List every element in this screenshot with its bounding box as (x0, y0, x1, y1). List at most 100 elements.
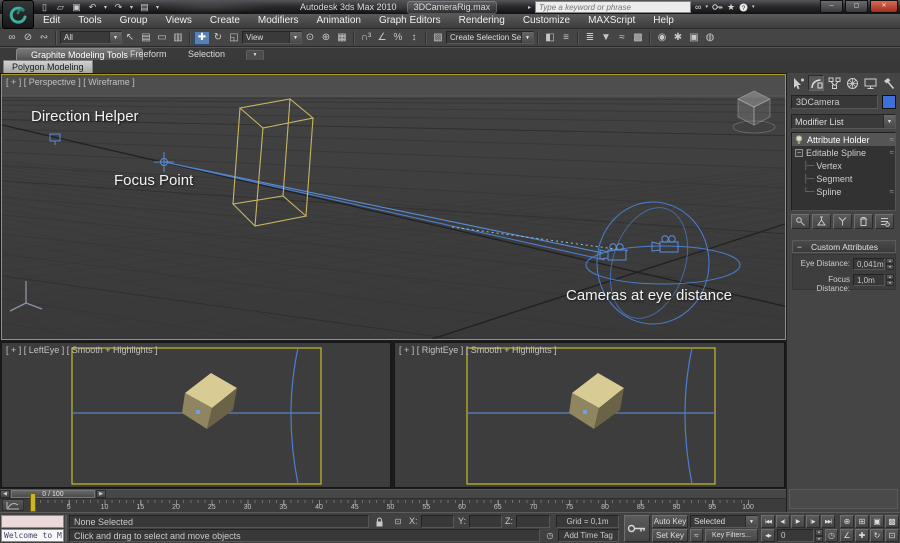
zoom-extents-icon[interactable]: ▣ (870, 515, 884, 528)
material-editor-icon[interactable]: ◉ (654, 31, 670, 45)
stack-row-editable-spline[interactable]: − Editable Spline ≈ (792, 146, 895, 159)
spinner-down-icon[interactable]: ▾ (886, 264, 894, 270)
menu-item-rendering[interactable]: Rendering (450, 14, 514, 28)
viewport-left-eye[interactable]: [ + ] [ LeftEye ] [ Smooth + Highlights … (1, 342, 391, 488)
bind-to-space-warp-icon[interactable]: ∾ (36, 31, 52, 45)
stack-row-spline[interactable]: └─ Spline ≈ (792, 185, 895, 198)
listener-splitter[interactable] (65, 515, 67, 542)
close-button[interactable]: ✕ (870, 0, 898, 13)
key-mode-combo[interactable]: Selected ▼ (690, 515, 758, 528)
combo-arrow-icon[interactable]: ▼ (289, 32, 301, 43)
time-slider-thumb[interactable]: 0 / 100 (11, 490, 95, 498)
edit-named-selection-sets-icon[interactable]: ▧ (430, 31, 446, 45)
undo-icon[interactable]: ↶ (86, 2, 99, 13)
pin-stack-icon[interactable] (791, 214, 810, 229)
zoom-icon[interactable]: ⊕ (840, 515, 854, 528)
go-to-start-button[interactable]: |◀◀ (761, 515, 775, 528)
graphite-ribbon-toggle-icon[interactable]: ▼ (598, 31, 614, 45)
infocenter-collapse-icon[interactable]: ▸ (528, 4, 531, 11)
arc-rotate-icon[interactable]: ↻ (870, 529, 884, 542)
open-file-icon[interactable]: ▱ (54, 2, 67, 13)
selection-filter-combo[interactable]: All ▼ (60, 31, 122, 44)
zoom-extents-all-icon[interactable]: ▩ (885, 515, 899, 528)
camera-rig[interactable] (586, 198, 740, 329)
menu-item-customize[interactable]: Customize (514, 14, 579, 28)
play-button[interactable]: ▶ (791, 515, 805, 528)
remove-modifier-icon[interactable] (854, 214, 873, 229)
menu-item-maxscript[interactable]: MAXScript (579, 14, 644, 28)
eye-distance-field[interactable]: 0,041m (853, 258, 885, 270)
select-by-name-icon[interactable]: ▤ (138, 31, 154, 45)
select-object-icon[interactable]: ↖ (122, 31, 138, 45)
tab-polygon-modeling[interactable]: Polygon Modeling (3, 60, 93, 74)
show-end-result-icon[interactable] (812, 214, 831, 229)
select-and-rotate-icon[interactable]: ↻ (210, 31, 226, 45)
object-name-field[interactable]: 3DCamera (791, 95, 878, 109)
tab-hierarchy[interactable] (826, 75, 842, 91)
default-in-out-tangent-icon[interactable]: ≈ (690, 529, 703, 542)
stack-row-segment[interactable]: ├─ Segment (792, 172, 895, 185)
set-keys-button[interactable] (624, 515, 650, 542)
combo-arrow-icon[interactable]: ▼ (745, 516, 757, 527)
key-mode-toggle-button[interactable]: ◀▶ (761, 529, 775, 542)
reference-coordinate-combo[interactable]: View ▼ (242, 31, 302, 44)
help-icon[interactable]: ? (739, 3, 748, 12)
menu-item-modifiers[interactable]: Modifiers (249, 14, 308, 28)
maxscript-mini-listener[interactable]: Welcome to M (1, 529, 64, 542)
combo-arrow-icon[interactable]: ▼ (109, 32, 121, 43)
viewport-label-perspective[interactable]: [ + ] [ Perspective ] [ Wireframe ] (6, 77, 135, 87)
make-unique-icon[interactable] (833, 214, 852, 229)
absolute-offset-mode-icon[interactable]: ⊡ (390, 515, 406, 528)
focus-point-helper[interactable] (154, 152, 174, 172)
angle-snap-icon[interactable]: ∠ (374, 31, 390, 45)
y-coordinate-field[interactable] (469, 515, 502, 528)
keyboard-shortcut-override-icon[interactable]: ▦ (334, 31, 350, 45)
viewport-label-right-eye[interactable]: [ + ] [ RightEye ] [ Smooth + Highlights… (399, 345, 557, 355)
rollout-collapse-icon[interactable]: − (797, 242, 802, 252)
modifier-list-combo[interactable]: Modifier List ▼ (791, 114, 896, 129)
snaps-toggle-icon[interactable]: ∩³ (358, 31, 374, 45)
select-and-move-icon[interactable]: ✚ (194, 31, 210, 45)
communication-center-icon[interactable] (712, 3, 723, 11)
direction-helper[interactable] (50, 134, 60, 145)
x-coordinate-field[interactable] (421, 515, 454, 528)
focus-distance-spinner[interactable]: ▴ ▾ (886, 274, 894, 286)
menu-item-views[interactable]: Views (156, 14, 201, 28)
spinner-snap-icon[interactable]: ↕ (406, 31, 422, 45)
frame-spinner[interactable]: ▴ ▾ (815, 529, 823, 542)
viewport-perspective[interactable]: [ + ] [ Perspective ] [ Wireframe ] (1, 74, 786, 340)
time-slider-next-button[interactable]: ▶ (96, 490, 106, 498)
use-pivot-center-icon[interactable]: ⊙ (302, 31, 318, 45)
rectangular-selection-region-icon[interactable]: ▭ (154, 31, 170, 45)
timeline-playhead[interactable] (30, 493, 36, 512)
set-key-button[interactable]: Set Key (652, 529, 688, 542)
save-file-icon[interactable]: ▣ (70, 2, 83, 13)
help-dropdown-icon[interactable]: ▾ (752, 4, 755, 10)
menu-item-group[interactable]: Group (111, 14, 157, 28)
custom-attributes-rollout-header[interactable]: − Custom Attributes (792, 240, 896, 253)
menu-item-create[interactable]: Create (201, 14, 249, 28)
menu-item-help[interactable]: Help (644, 14, 683, 28)
focus-distance-field[interactable]: 1,0m (853, 274, 885, 286)
stack-row-attribute-holder[interactable]: Attribute Holder ≈ (792, 133, 895, 146)
auto-key-button[interactable]: Auto Key (652, 515, 688, 528)
restore-button[interactable]: ▢ (845, 0, 868, 13)
application-menu-button[interactable] (2, 0, 34, 29)
select-and-scale-icon[interactable]: ◱ (226, 31, 242, 45)
layer-manager-icon[interactable]: ≣ (582, 31, 598, 45)
window-crossing-icon[interactable]: ▥ (170, 31, 186, 45)
render-production-icon[interactable]: ◍ (702, 31, 718, 45)
redo-dropdown-icon[interactable]: ▾ (128, 4, 135, 11)
rendered-frame-window-icon[interactable]: ▣ (686, 31, 702, 45)
zoom-all-icon[interactable]: ⊞ (855, 515, 869, 528)
maxscript-macro-recorder[interactable] (1, 515, 64, 528)
object-color-swatch[interactable] (882, 95, 896, 109)
tab-display[interactable] (862, 75, 878, 91)
key-filters-button[interactable]: Key Filters... (705, 529, 758, 542)
configure-modifier-sets-icon[interactable] (875, 214, 894, 229)
spinner-down-icon[interactable]: ▾ (815, 536, 823, 543)
spinner-down-icon[interactable]: ▾ (886, 280, 894, 286)
project-dropdown-icon[interactable]: ▾ (154, 4, 161, 11)
stack-row-vertex[interactable]: ├─ Vertex (792, 159, 895, 172)
stereo-box[interactable] (182, 373, 237, 429)
